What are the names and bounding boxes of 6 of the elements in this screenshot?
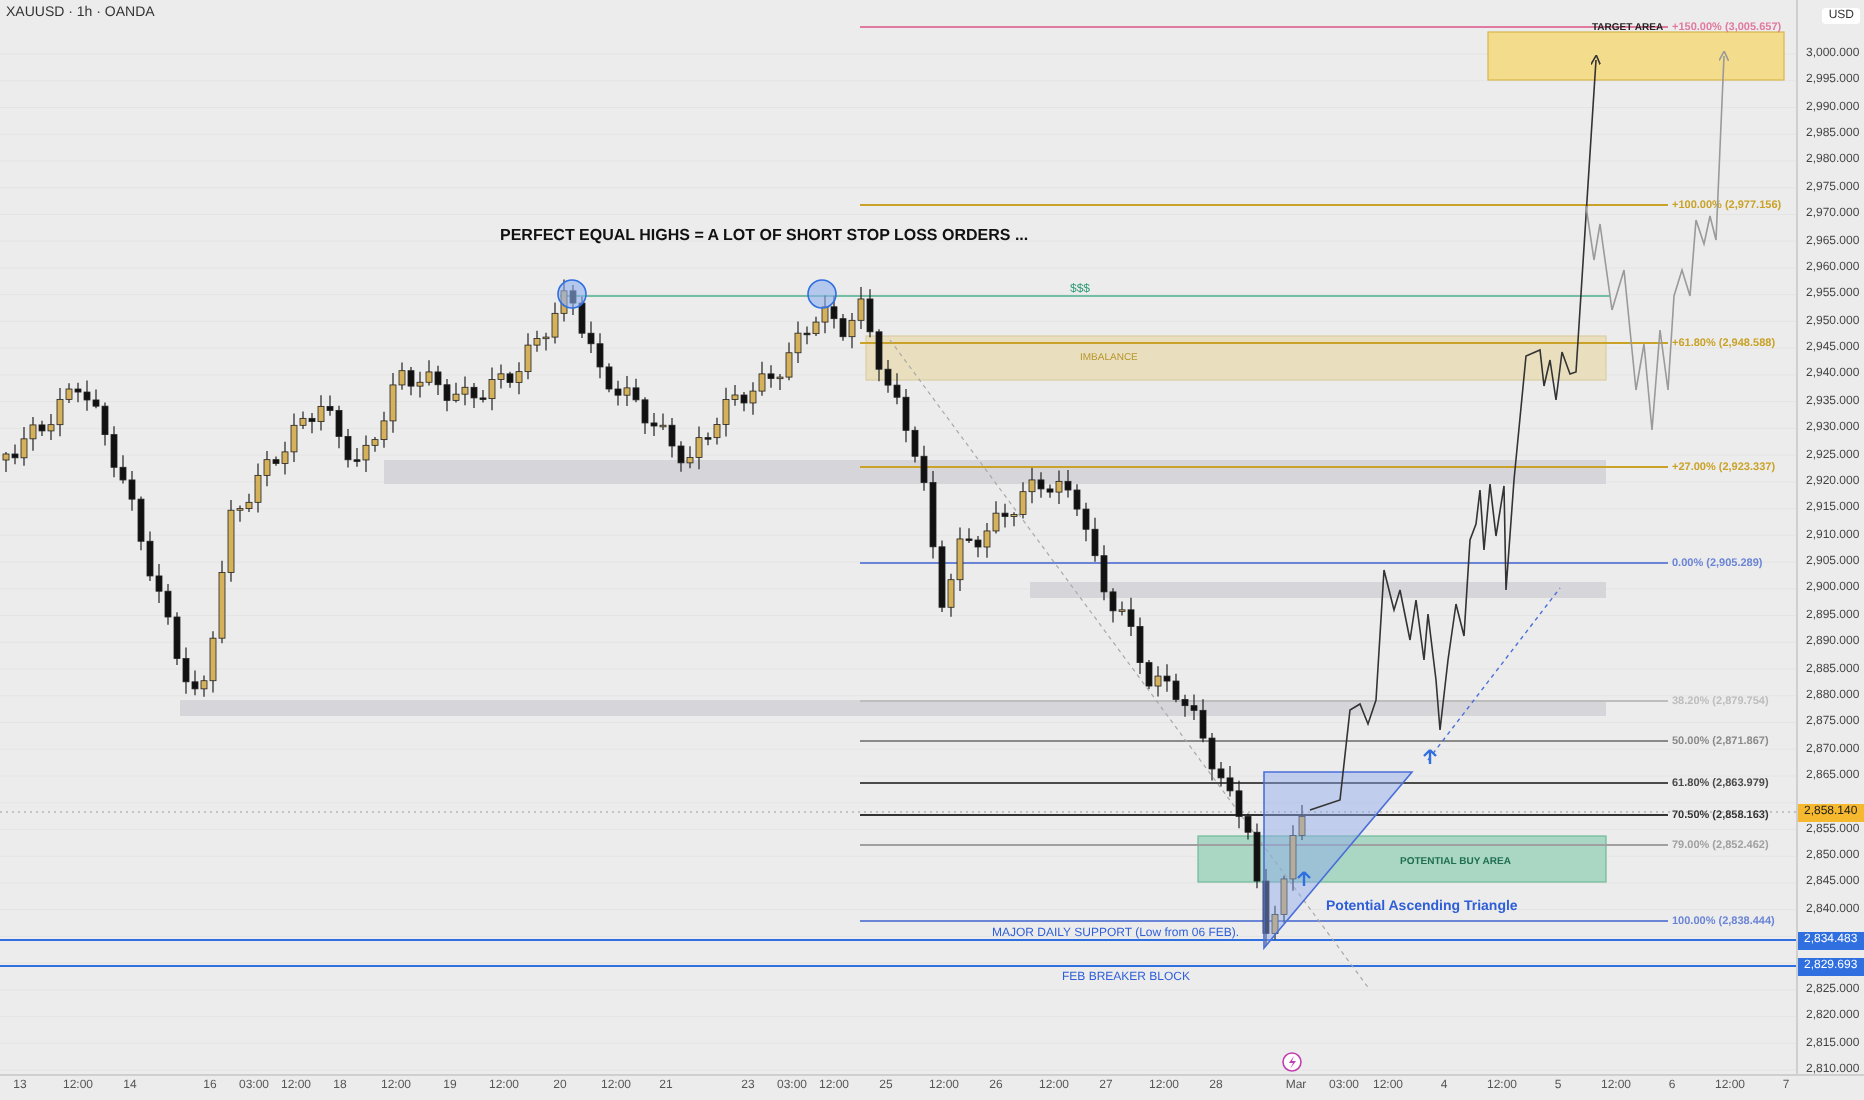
chart-headline: PERFECT EQUAL HIGHS = A LOT OF SHORT STOP LOSS ORDERS ...	[500, 226, 1029, 244]
lightning-icon[interactable]	[1282, 1052, 1302, 1072]
highlight-circle	[807, 279, 837, 309]
arrow-up-icon	[1422, 748, 1438, 766]
arrow-up-icon	[1296, 870, 1312, 888]
highlight-circle	[557, 279, 587, 309]
